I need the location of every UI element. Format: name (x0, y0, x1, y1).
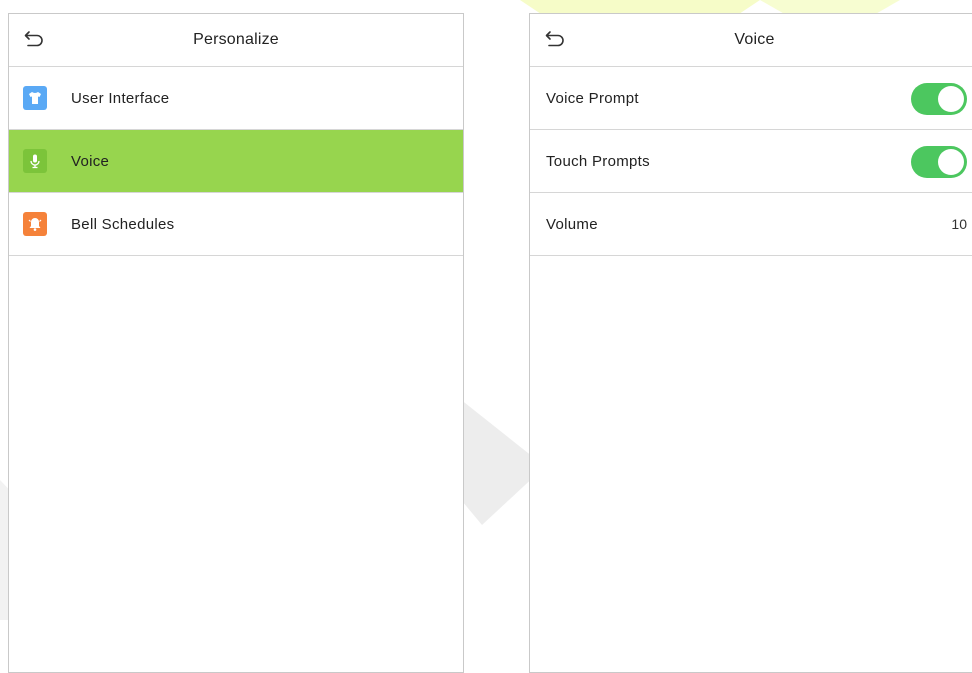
setting-row-touch-prompts: Touch Prompts (530, 130, 972, 193)
setting-label: Voice Prompt (546, 89, 639, 107)
menu-item-label: Voice (71, 152, 110, 170)
back-button[interactable] (544, 28, 566, 50)
setting-label: Volume (546, 215, 598, 233)
back-arrow-icon (545, 31, 564, 47)
menu-item-label: Bell Schedules (71, 215, 175, 233)
microphone-icon (23, 149, 47, 173)
menu-item-user-interface[interactable]: User Interface (9, 67, 463, 130)
touch-prompts-toggle[interactable] (911, 146, 967, 178)
bell-icon (23, 212, 47, 236)
back-arrow-icon (24, 31, 43, 47)
menu-item-bell-schedules[interactable]: Bell Schedules (9, 193, 463, 256)
menu-item-label: User Interface (71, 89, 170, 107)
setting-label: Touch Prompts (546, 152, 650, 170)
voice-header: Voice (530, 14, 972, 67)
shirt-icon (23, 86, 47, 110)
personalize-header: Personalize (9, 14, 463, 67)
volume-value: 10 (951, 216, 967, 232)
back-button[interactable] (23, 28, 45, 50)
voice-prompt-toggle[interactable] (911, 83, 967, 115)
setting-row-voice-prompt: Voice Prompt (530, 67, 972, 130)
personalize-screen: Personalize User Interface Voice Bell Sc… (8, 13, 464, 673)
page-title: Voice (734, 31, 775, 48)
voice-screen: Voice Voice Prompt Touch Prompts Volume … (529, 13, 972, 673)
menu-item-voice[interactable]: Voice (9, 130, 463, 193)
page-title: Personalize (193, 31, 279, 48)
setting-row-volume[interactable]: Volume 10 (530, 193, 972, 256)
toggle-knob (938, 86, 964, 112)
toggle-knob (938, 149, 964, 175)
